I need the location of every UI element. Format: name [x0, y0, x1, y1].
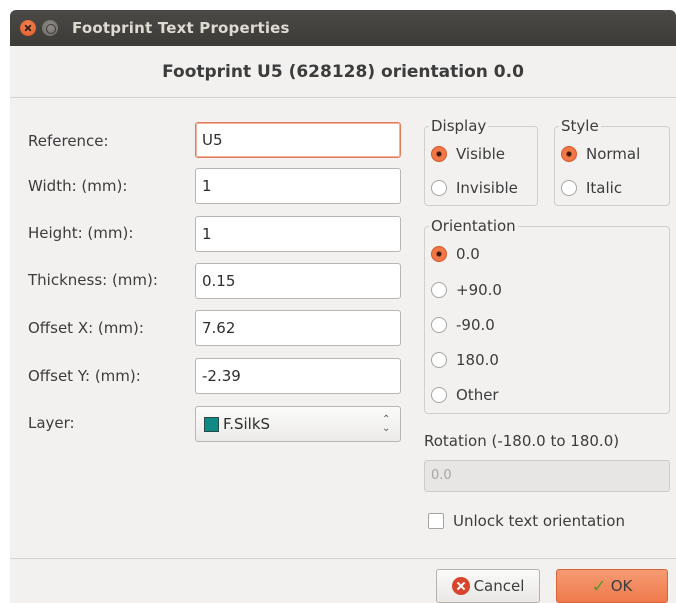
style-italic-option[interactable]: Italic	[561, 177, 622, 199]
offset-x-label: Offset X: (mm):	[28, 319, 144, 337]
display-invisible-option[interactable]: Invisible	[431, 177, 518, 199]
thickness-label: Thickness: (mm):	[28, 271, 158, 289]
orientation-other-label: Other	[456, 386, 499, 404]
display-group: Display Visible Invisible	[424, 117, 538, 206]
layer-select-value: F.SilkS	[223, 415, 271, 433]
footer-divider	[10, 558, 676, 559]
updown-arrows-icon: ⌃ ⌄	[382, 414, 391, 434]
layer-select[interactable]: F.SilkS ⌃ ⌄	[195, 406, 401, 442]
style-group-title: Style	[559, 117, 601, 135]
minimize-window-icon[interactable]	[42, 20, 58, 36]
title-bar: Footprint Text Properties	[10, 10, 676, 46]
checkbox-unchecked-icon[interactable]	[428, 513, 444, 529]
radio-unselected-icon[interactable]	[431, 180, 447, 196]
width-label: Width: (mm):	[28, 177, 128, 195]
radio-unselected-icon[interactable]	[561, 180, 577, 196]
orientation-0-option[interactable]: 0.0	[431, 243, 480, 265]
display-visible-option[interactable]: Visible	[431, 143, 505, 165]
reference-input[interactable]: U5	[195, 122, 401, 158]
dialog-body: Footprint U5 (628128) orientation 0.0 Re…	[10, 46, 676, 603]
height-label: Height: (mm):	[28, 224, 134, 242]
close-window-icon[interactable]	[20, 20, 36, 36]
dialog-header-title: Footprint U5 (628128) orientation 0.0	[10, 46, 676, 98]
height-input[interactable]: 1	[195, 216, 401, 252]
orientation-plus90-label: +90.0	[456, 281, 502, 299]
radio-unselected-icon[interactable]	[431, 317, 447, 333]
window-title: Footprint Text Properties	[72, 19, 290, 37]
cancel-button-label: Cancel	[473, 577, 525, 595]
radio-selected-icon[interactable]	[431, 246, 447, 262]
offset-x-input[interactable]: 7.62	[195, 310, 401, 346]
style-italic-label: Italic	[586, 179, 623, 197]
checkmark-icon: ✓	[591, 575, 607, 597]
rotation-label: Rotation (-180.0 to 180.0)	[424, 432, 620, 450]
orientation-group: Orientation 0.0 +90.0 -90.0 180.0 Other	[424, 217, 670, 414]
radio-selected-icon[interactable]	[431, 146, 447, 162]
unlock-orientation-checkbox[interactable]: Unlock text orientation	[428, 512, 625, 530]
orientation-minus90-label: -90.0	[456, 316, 495, 334]
radio-selected-icon[interactable]	[561, 146, 577, 162]
style-normal-option[interactable]: Normal	[561, 143, 640, 165]
ok-button-label: OK	[610, 577, 633, 595]
cancel-icon	[451, 577, 470, 595]
rotation-input: 0.0	[424, 460, 670, 492]
layer-label: Layer:	[28, 414, 75, 432]
unlock-orientation-label: Unlock text orientation	[453, 512, 625, 530]
display-group-title: Display	[429, 117, 489, 135]
style-normal-label: Normal	[586, 145, 641, 163]
cancel-button[interactable]: Cancel	[436, 569, 540, 603]
layer-color-swatch	[204, 417, 219, 432]
orientation-minus90-option[interactable]: -90.0	[431, 314, 495, 336]
radio-unselected-icon[interactable]	[431, 282, 447, 298]
offset-y-label: Offset Y: (mm):	[28, 367, 141, 385]
offset-y-input[interactable]: -2.39	[195, 358, 401, 394]
orientation-0-label: 0.0	[456, 245, 480, 263]
display-invisible-label: Invisible	[456, 179, 518, 197]
radio-unselected-icon[interactable]	[431, 387, 447, 403]
orientation-180-option[interactable]: 180.0	[431, 349, 499, 371]
reference-label: Reference:	[28, 132, 109, 150]
ok-button[interactable]: ✓ OK	[556, 569, 668, 603]
orientation-180-label: 180.0	[456, 351, 499, 369]
radio-unselected-icon[interactable]	[431, 352, 447, 368]
style-group: Style Normal Italic	[554, 117, 670, 206]
thickness-input[interactable]: 0.15	[195, 263, 401, 299]
display-visible-label: Visible	[456, 145, 505, 163]
orientation-plus90-option[interactable]: +90.0	[431, 279, 502, 301]
orientation-group-title: Orientation	[429, 217, 518, 235]
width-input[interactable]: 1	[195, 168, 401, 204]
orientation-other-option[interactable]: Other	[431, 384, 499, 406]
